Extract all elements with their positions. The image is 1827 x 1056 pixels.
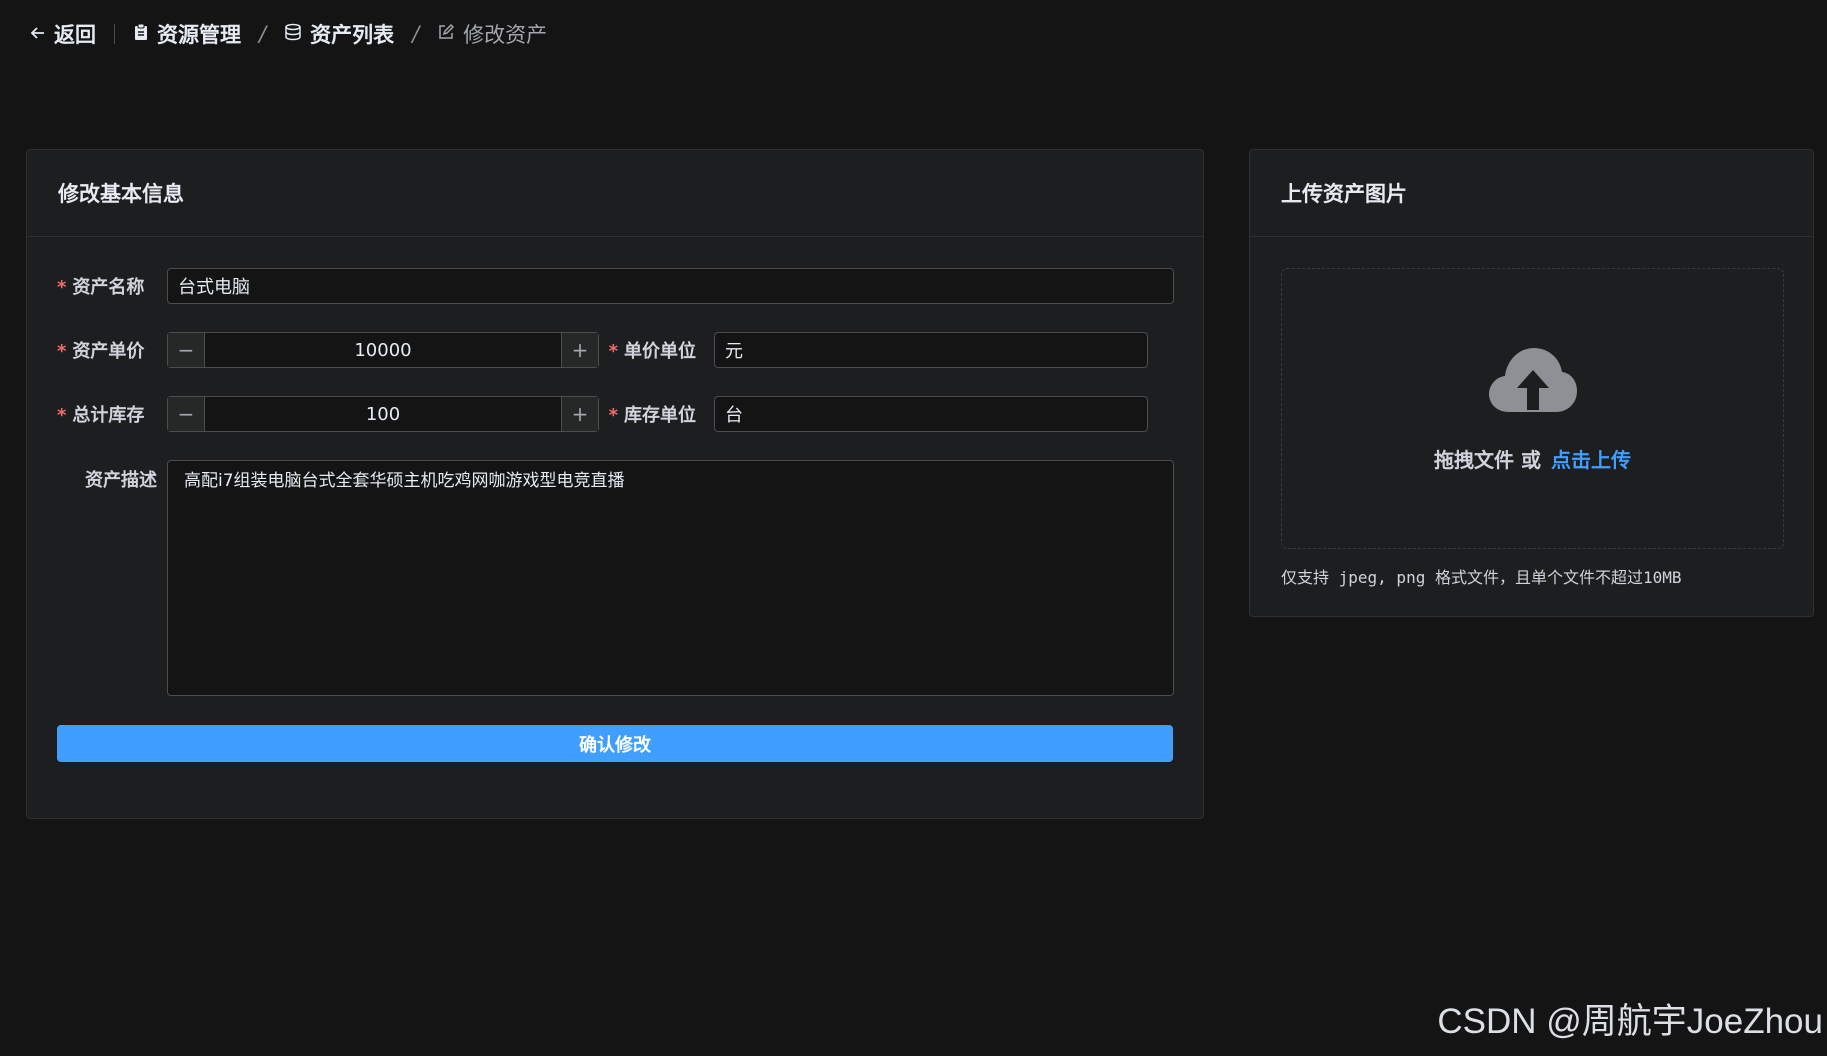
stock-value[interactable]: 100 (205, 397, 561, 431)
asset-name-input[interactable]: 台式电脑 (167, 268, 1174, 304)
upload-tip: 仅支持 jpeg, png 格式文件，且单个文件不超过10MB (1281, 568, 1682, 587)
required-mark: * (57, 405, 67, 426)
back-label: 返回 (54, 23, 96, 47)
breadcrumb-edit-asset: 修改资产 (437, 19, 547, 49)
arrow-left-icon (30, 22, 46, 46)
breadcrumb-label: 修改资产 (463, 23, 548, 47)
field-label: * 资产名称 (57, 273, 167, 299)
label-text: 总计库存 (72, 405, 145, 426)
dropzone-text: 拖拽文件 或点击上传 (1434, 444, 1631, 473)
database-icon (284, 22, 302, 46)
field-label: * 总计库存 (57, 401, 167, 427)
field-label: 资产描述 (85, 470, 157, 491)
breadcrumb-asset-list[interactable]: 资产列表 (284, 19, 394, 49)
nav-divider (114, 24, 115, 44)
edit-icon (437, 22, 455, 46)
watermark: CSDN @周航宇JoeZhou (1437, 1002, 1823, 1041)
decrement-button[interactable]: − (168, 333, 205, 367)
field-label: * 单价单位 (599, 337, 714, 363)
click-upload-link[interactable]: 点击上传 (1551, 448, 1631, 472)
breadcrumb-label: 资源管理 (157, 23, 241, 47)
field-label: * 资产单价 (57, 337, 167, 363)
required-mark: * (608, 405, 618, 426)
drag-text: 拖拽文件 或 (1434, 448, 1541, 472)
price-unit-input[interactable]: 元 (714, 332, 1148, 368)
stock-unit-input[interactable]: 台 (714, 396, 1148, 432)
increment-button[interactable]: + (561, 397, 598, 431)
description-textarea[interactable]: 高配i7组装电脑台式全套华硕主机吃鸡网咖游戏型电竞直播 (167, 460, 1174, 696)
breadcrumb-separator: / (412, 22, 420, 46)
label-text: 资产单价 (72, 341, 145, 362)
card-title: 修改基本信息 (27, 150, 1203, 237)
price-value[interactable]: 10000 (205, 333, 561, 367)
top-navigation: 返回 资源管理 / 资产列表 / 修改资产 (30, 18, 547, 50)
stock-stepper[interactable]: − 100 + (167, 396, 599, 432)
form-row-name: * 资产名称 台式电脑 (57, 268, 1174, 304)
asset-price-stepper[interactable]: − 10000 + (167, 332, 599, 368)
back-button[interactable]: 返回 (30, 19, 96, 49)
required-mark: * (57, 277, 67, 298)
form-row-price: * 资产单价 − 10000 + * 单价单位 元 (57, 332, 1148, 368)
required-mark: * (608, 341, 618, 362)
confirm-edit-button[interactable]: 确认修改 (57, 725, 1173, 762)
label-text: 单价单位 (624, 341, 696, 362)
label-text: 资产名称 (72, 277, 145, 298)
required-mark: * (57, 341, 67, 362)
upload-cloud-icon (1487, 344, 1579, 418)
decrement-button[interactable]: − (168, 397, 205, 431)
form-row-stock: * 总计库存 − 100 + * 库存单位 台 (57, 396, 1148, 432)
basic-info-card: 修改基本信息 * 资产名称 台式电脑 * 资产单价 − 10000 + * 单价单位 … (26, 149, 1204, 819)
breadcrumb-separator: / (259, 22, 267, 46)
field-label: * 库存单位 (599, 401, 714, 427)
breadcrumb-resource-management[interactable]: 资源管理 (133, 19, 241, 49)
upload-image-card: 上传资产图片 拖拽文件 或点击上传 仅支持 jpeg, png 格式文件，且单个… (1249, 149, 1814, 617)
card-title: 上传资产图片 (1250, 150, 1813, 237)
increment-button[interactable]: + (561, 333, 598, 367)
clipboard-icon (133, 22, 149, 46)
breadcrumb-label: 资产列表 (310, 23, 395, 47)
label-text: 库存单位 (624, 405, 696, 426)
upload-dropzone[interactable]: 拖拽文件 或点击上传 (1281, 268, 1784, 549)
